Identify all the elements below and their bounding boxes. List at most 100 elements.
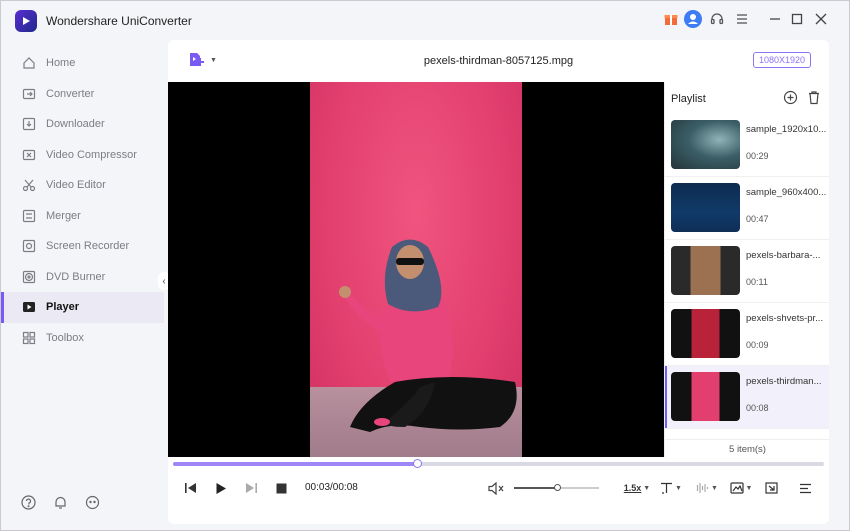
chevron-left-icon: ‹ [162,275,166,287]
playlist-item-active[interactable]: pexels-thirdman... 00:08 [665,366,829,429]
menu-icon[interactable] [732,9,752,29]
video-subject-illustration [339,239,517,432]
volume-slider[interactable] [514,484,599,491]
player-icon [21,299,37,315]
time-display: 00:03/00:08 [305,482,358,493]
playlist-item-duration: 00:29 [746,151,769,161]
chevron-down-icon: ▼ [643,484,651,492]
chevron-down-icon: ▼ [675,484,682,492]
playlist-panel: Playlist sample_1920x10... 00:29 sample_… [664,82,829,457]
fullscreen-icon[interactable] [762,476,780,500]
app-title: Wondershare UniConverter [46,14,192,28]
sidebar-footer [19,493,101,511]
sidebar-item-label: Converter [46,87,95,100]
app-logo-icon [15,10,37,32]
chevron-down-icon: ▼ [711,484,718,492]
play-icon[interactable] [212,476,230,500]
gift-icon[interactable] [661,9,681,29]
feedback-icon[interactable] [83,493,101,511]
screenshot-icon [729,482,744,494]
chevron-down-icon: ▼ [745,484,753,492]
seek-bar-handle[interactable] [413,459,423,468]
video-thumbnail [671,120,740,169]
add-to-playlist-icon[interactable] [783,90,798,105]
sidebar-item-label: Toolbox [46,331,84,344]
screenshot-selector[interactable]: ▼ [727,476,755,500]
video-frame [310,82,522,457]
file-name: pexels-thirdman-8057125.mpg [423,55,574,67]
trash-icon[interactable] [807,90,821,105]
disc-icon [21,269,37,285]
notification-bell-icon[interactable] [51,493,69,511]
volume-slider-handle[interactable] [553,484,561,491]
sidebar-item-label: Merger [46,209,81,222]
sidebar-item-label: Downloader [46,118,105,131]
playlist-item-duration: 00:47 [746,214,769,224]
audio-waveform-icon [696,483,709,493]
playlist-item-name: sample_1920x10... [746,124,826,135]
converter-icon [21,86,37,102]
sidebar-item-toolbox[interactable]: Toolbox [1,323,164,354]
volume-icon[interactable] [486,476,506,500]
support-headset-icon[interactable] [707,9,727,29]
sidebar-item-converter[interactable]: Converter [1,79,164,110]
speed-value: 1.5x [623,483,642,493]
home-icon [21,55,37,71]
account-icon[interactable] [683,9,703,29]
sidebar-item-label: Video Compressor [46,148,137,161]
downloader-icon [21,116,37,132]
seek-bar[interactable] [173,459,824,468]
video-thumbnail [671,183,740,232]
video-viewport[interactable] [168,82,664,457]
playlist-count: 5 item(s) [665,439,829,455]
player-panel: ▼ pexels-thirdman-8057125.mpg 1080X1920 [168,40,829,524]
sidebar-nav: Home Converter Downloader Video Compress… [1,48,164,353]
playlist-item[interactable]: sample_960x400... 00:47 [665,177,829,240]
playlist-item[interactable]: sample_1920x10... 00:29 [665,114,829,177]
sidebar-item-label: Video Editor [46,179,106,192]
playlist-item-name: sample_960x400... [746,187,826,198]
help-icon[interactable] [19,493,37,511]
sidebar-item-video-compressor[interactable]: Video Compressor [1,140,164,171]
sidebar-item-merger[interactable]: Merger [1,201,164,232]
playlist-item-duration: 00:09 [746,340,769,350]
screen-recorder-icon [21,238,37,254]
player-toolbar: ▼ pexels-thirdman-8057125.mpg 1080X1920 [168,40,829,82]
volume-slider-fill [514,487,557,489]
sidebar-item-home[interactable]: Home [1,48,164,79]
playlist-item-name: pexels-shvets-pr... [746,313,824,324]
previous-icon[interactable] [181,476,199,500]
sidebar-item-video-editor[interactable]: Video Editor [1,170,164,201]
playlist-item-duration: 00:08 [746,403,769,413]
playlist-toggle-icon[interactable] [796,476,814,500]
subtitle-selector[interactable]: ▼ [658,476,684,500]
toolbox-icon [21,330,37,346]
sidebar-item-label: Screen Recorder [46,240,130,253]
close-icon[interactable] [811,9,831,29]
sidebar-item-label: DVD Burner [46,270,106,283]
stop-icon[interactable] [272,476,290,500]
seek-bar-fill [173,462,418,466]
sidebar-item-dvd-burner[interactable]: DVD Burner [1,262,164,293]
resolution-badge: 1080X1920 [752,52,811,68]
playlist-item[interactable]: pexels-shvets-pr... 00:09 [665,303,829,366]
video-thumbnail [671,372,740,421]
title-bar: Wondershare UniConverter [1,1,849,37]
speed-selector[interactable]: 1.5x ▼ [623,476,651,500]
video-thumbnail [671,309,740,358]
playlist-item-name: pexels-barbara-... [746,250,821,261]
playlist-title: Playlist [671,93,706,105]
sidebar-item-screen-recorder[interactable]: Screen Recorder [1,231,164,262]
video-thumbnail [671,246,740,295]
playlist-item-name: pexels-thirdman... [746,376,822,387]
next-icon[interactable] [242,476,260,500]
playlist-items: sample_1920x10... 00:29 sample_960x400..… [665,114,829,429]
playlist-item[interactable]: pexels-barbara-... 00:11 [665,240,829,303]
minimize-icon[interactable] [765,9,785,29]
audio-track-selector[interactable]: ▼ [692,476,720,500]
sidebar-item-player[interactable]: Player [1,292,164,323]
sidebar-item-downloader[interactable]: Downloader [1,109,164,140]
maximize-icon[interactable] [787,9,807,29]
subtitle-icon [661,482,673,494]
merger-icon [21,208,37,224]
